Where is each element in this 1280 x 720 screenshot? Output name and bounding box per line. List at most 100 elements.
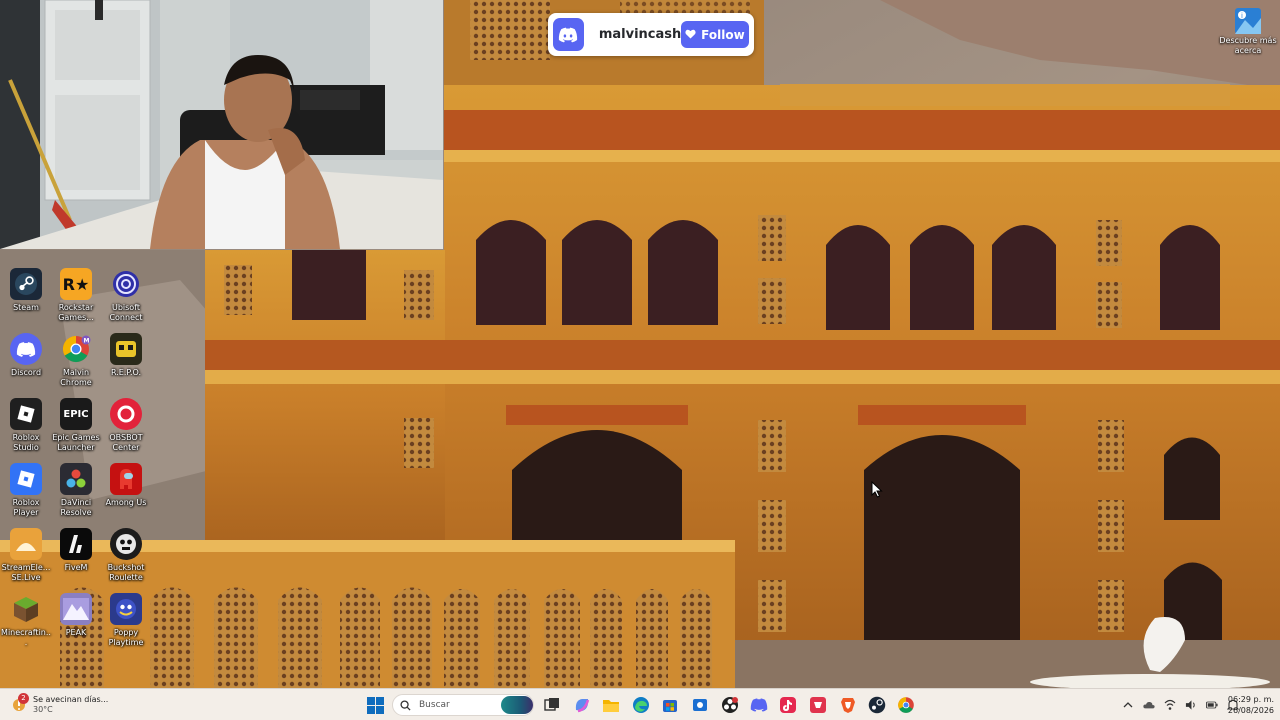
desktop-icon-label: Ubisoft Connect [109, 303, 143, 322]
spotlight-widget[interactable]: i Descubre más acerca [1216, 4, 1280, 62]
desktop-icon-roblox-studio[interactable]: Roblox Studio [0, 398, 52, 462]
repo-icon [110, 333, 142, 365]
weather-alert-icon: 2 [10, 693, 29, 714]
ubisoft-icon [110, 268, 142, 300]
webcam-overlay [0, 0, 443, 249]
desktop-icon-label: Among Us [105, 498, 147, 507]
desktop-icon-among-us[interactable]: Among Us [100, 463, 152, 527]
clock-time: 06:29 p. m. [1227, 695, 1274, 704]
desktop-icon-poppy[interactable]: Poppy Playtime [100, 593, 152, 657]
davinci-icon [60, 463, 92, 495]
chrome-icon: M [60, 333, 92, 365]
weather-title: Se avecinan días... [33, 695, 109, 704]
weather-widget[interactable]: 2 Se avecinan días... 30°C [10, 692, 130, 718]
stream-follow-alert: malvincash Follow [548, 13, 754, 56]
roblox-player-icon [10, 463, 42, 495]
rockstar-icon: R★ [60, 268, 92, 300]
chrome-taskbar-icon[interactable] [895, 694, 917, 716]
search-icon [400, 696, 411, 715]
desktop-icon-label: StreamEle... SE.Live [1, 563, 51, 582]
store-icon[interactable] [659, 694, 681, 716]
desktop-icon-steam[interactable]: Steam [0, 268, 52, 332]
onedrive-icon[interactable] [1143, 699, 1155, 711]
roblox-studio-icon [10, 398, 42, 430]
desktop-icon-discord[interactable]: Discord [0, 333, 52, 397]
svg-text:M: M [84, 338, 90, 345]
desktop-icon-davinci[interactable]: DaVinci Resolve [50, 463, 102, 527]
steam-taskbar-icon[interactable] [866, 694, 888, 716]
desktop-icon-label: DaVinci Resolve [60, 498, 92, 517]
desktop-icon-label: Buckshot Roulette [107, 563, 145, 582]
desktop-icon-label: Malvin Chrome [60, 368, 92, 387]
tiktok-live-icon[interactable] [777, 694, 799, 716]
steam-icon [10, 268, 42, 300]
desktop-icon-label: R.E.P.O. [110, 368, 142, 377]
desktop-icon-label: Roblox Player [12, 498, 40, 517]
peak-icon [60, 593, 92, 625]
file-explorer-icon[interactable] [600, 694, 622, 716]
clock-date: 26/08/2026 [1227, 706, 1274, 715]
desktop-icon-ubisoft[interactable]: Ubisoft Connect [100, 268, 152, 332]
desktop-icon-label: Rockstar Games... [58, 303, 94, 322]
epic-games-icon: EPIC [60, 398, 92, 430]
follow-button[interactable]: Follow [680, 21, 749, 48]
fivem-icon [60, 528, 92, 560]
desktop-icon-roblox-player[interactable]: Roblox Player [0, 463, 52, 527]
buckshot-icon [110, 528, 142, 560]
start-button[interactable] [364, 695, 386, 715]
poppy-icon [110, 593, 142, 625]
heart-icon [685, 28, 696, 42]
desktop-icon-obsbot[interactable]: OBSBOT Center [100, 398, 152, 462]
volume-icon[interactable] [1185, 699, 1197, 711]
task-view-icon[interactable] [541, 694, 563, 716]
desktop-icon-rockstar[interactable]: R★ Rockstar Games... [50, 268, 102, 332]
minecraft-icon [10, 593, 42, 625]
edge-icon[interactable] [630, 694, 652, 716]
obsbot-taskbar-icon[interactable] [689, 694, 711, 716]
desktop-icon-peak[interactable]: PEAK [50, 593, 102, 657]
follow-button-label: Follow [701, 27, 745, 42]
desktop-icon-fivem[interactable]: FiveM [50, 528, 102, 592]
among-us-icon [110, 463, 142, 495]
svg-text:i: i [1241, 12, 1243, 20]
chevron-up-icon[interactable] [1122, 699, 1134, 711]
desktop-icon-streamelements[interactable]: StreamEle... SE.Live [0, 528, 52, 592]
taskbar-search-input[interactable]: Buscar [392, 694, 534, 716]
windows-icon [366, 696, 384, 714]
desktop-icon-label: OBSBOT Center [109, 433, 143, 452]
streamlabs-icon[interactable] [807, 694, 829, 716]
alert-username: malvincash [598, 27, 682, 42]
search-highlight-art-icon [501, 696, 533, 714]
obs-icon[interactable] [719, 694, 741, 716]
desktop-icon-minecraft[interactable]: Minecraftin... [0, 593, 52, 657]
desktop-icon-repo[interactable]: R.E.P.O. [100, 333, 152, 397]
desktop-icon-label: PEAK [65, 628, 87, 637]
copilot-icon[interactable] [571, 694, 593, 716]
streamelements-icon [10, 528, 42, 560]
taskbar: 2 Se avecinan días... 30°C Buscar 06:29 … [0, 688, 1280, 720]
weather-temperature: 30°C [33, 705, 53, 714]
spotlight-label: Descubre más acerca [1219, 36, 1277, 55]
mouse-cursor-icon [871, 480, 883, 502]
discord-icon [553, 18, 584, 51]
weather-badge: 2 [18, 693, 29, 704]
spotlight-icon: i [1233, 6, 1263, 36]
desktop-icon-buckshot[interactable]: Buckshot Roulette [100, 528, 152, 592]
desktop-icon-malvin-chrome[interactable]: M Malvin Chrome [50, 333, 102, 397]
network-icon[interactable] [1164, 699, 1176, 711]
taskbar-clock[interactable]: 06:29 p. m. 26/08/2026 [1222, 694, 1274, 716]
search-placeholder: Buscar [419, 700, 450, 710]
desktop-icon-label: Steam [13, 303, 39, 312]
desktop-icon-label: Minecraftin... [1, 628, 51, 647]
discord-icon [10, 333, 42, 365]
obsbot-icon [110, 398, 142, 430]
discord-taskbar-icon[interactable] [748, 694, 770, 716]
brave-icon[interactable] [837, 694, 859, 716]
battery-icon[interactable] [1206, 699, 1218, 711]
desktop-icon-label: Epic Games Launcher [52, 433, 100, 452]
desktop-icon-label: Poppy Playtime [108, 628, 144, 647]
desktop-icon-label: Roblox Studio [12, 433, 40, 452]
desktop-icon-label: Discord [10, 368, 42, 377]
desktop-icon-epic-games[interactable]: EPIC Epic Games Launcher [50, 398, 102, 462]
desktop-icon-label: FiveM [64, 563, 88, 572]
